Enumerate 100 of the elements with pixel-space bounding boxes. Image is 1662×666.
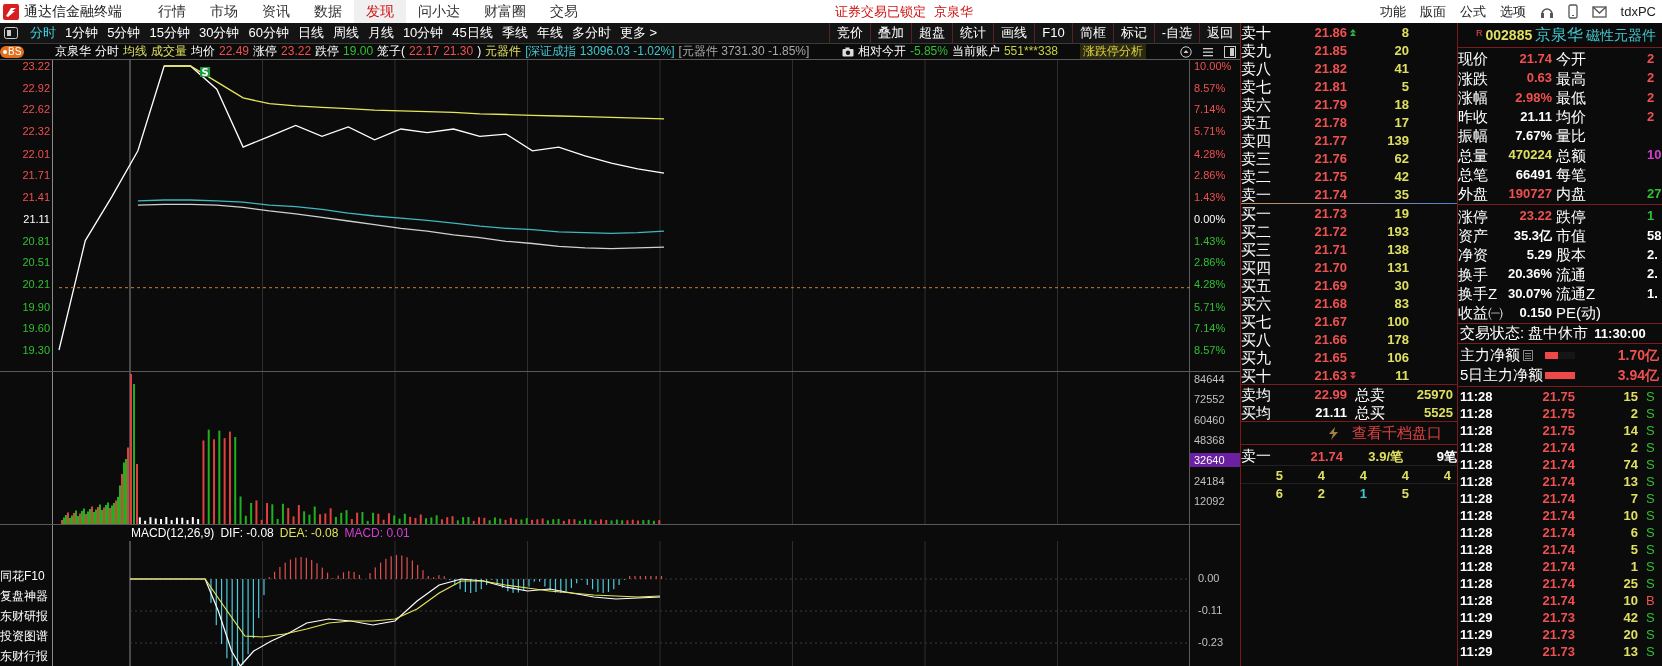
app-title: 通达信金融终端 — [24, 2, 123, 21]
quote-label: 量比 — [1555, 126, 1587, 146]
quote-label: 流通 — [1555, 264, 1587, 284]
macd-axis-label: 0.00 — [1198, 572, 1221, 584]
quote-label: 总额 — [1555, 145, 1587, 165]
queue-per-trade: 3.9/笔 — [1367, 447, 1403, 466]
price-axis-label: 21.71 — [22, 169, 50, 182]
price-axis-label: 20.21 — [22, 278, 50, 291]
quote-label: 内盘 — [1555, 184, 1587, 204]
trade-status: 交易状态: 盘中休市 — [1460, 323, 1589, 344]
tick-volume: 42 — [1622, 609, 1638, 628]
tick-price: 21.75 — [1541, 405, 1575, 424]
order-price: 21.66 — [1313, 331, 1347, 349]
queue-order-size: 5 — [1400, 485, 1409, 503]
macd-legend-text: MACD: 0.01 — [344, 525, 410, 542]
quote-value: 58 — [1647, 226, 1662, 245]
tick-volume: 6 — [1629, 524, 1638, 543]
tick-volume: 10 — [1622, 507, 1638, 526]
summary-value: 22.99 — [1313, 386, 1347, 404]
order-volume: 11 — [1394, 367, 1409, 385]
quote-value: 66491 — [1514, 165, 1552, 184]
summary-value: 5525 — [1423, 404, 1453, 422]
order-volume: 193 — [1386, 223, 1409, 241]
summary-label: 总卖 — [1354, 385, 1386, 404]
header-text: ) — [477, 44, 482, 59]
tick-price: 21.74 — [1541, 575, 1575, 594]
tick-time: 11:28 — [1459, 473, 1494, 492]
flag-text: R — [1476, 27, 1483, 40]
order-volume: 20 — [1393, 42, 1409, 60]
order-volume: 17 — [1393, 114, 1409, 132]
order-volume: 42 — [1393, 168, 1409, 186]
quote-value: 30.07% — [1506, 284, 1552, 303]
order-level-label: 买七 — [1241, 312, 1272, 331]
quote-label: 总笔 — [1458, 165, 1489, 185]
price-axis-label: 19.90 — [22, 300, 50, 313]
macd-legend-text: DEA: -0.08 — [279, 525, 339, 542]
price-axis-label: 21.41 — [22, 191, 50, 204]
quote-label: 每笔 — [1555, 165, 1587, 185]
queue-order-size: 2 — [1316, 485, 1325, 503]
tick-time: 11:28 — [1459, 524, 1494, 543]
price-axis-label: 22.01 — [22, 147, 50, 160]
header-text: 22.17 — [409, 44, 440, 59]
order-price: 21.75 — [1313, 168, 1347, 186]
tick-time: 11:28 — [1459, 388, 1494, 407]
order-level-label: 买六 — [1241, 294, 1272, 313]
price-axis-label: 21.11 — [23, 212, 50, 225]
tick-time: 11:28 — [1459, 456, 1494, 475]
percent-axis-label: 4.28% — [1194, 278, 1226, 291]
price-axis-label: 19.60 — [22, 322, 50, 335]
tick-side: S — [1645, 388, 1656, 407]
tick-volume: 2 — [1629, 439, 1638, 458]
price-axis-label: 22.62 — [22, 103, 50, 116]
quote-label: 涨跌 — [1458, 68, 1489, 88]
tick-price: 21.74 — [1541, 592, 1575, 611]
tick-volume: 25 — [1622, 575, 1638, 594]
tick-side: S — [1645, 405, 1656, 424]
quote-value: 5.29 — [1525, 245, 1552, 264]
order-price: 21.67 — [1313, 313, 1347, 331]
tick-time: 11:28 — [1459, 592, 1494, 611]
header-text: [深证成指 13096.03 -1.02%] — [525, 44, 675, 59]
summary-value: 21.11 — [1314, 404, 1347, 422]
quote-label: 最低 — [1555, 87, 1587, 107]
order-price: 21.70 — [1313, 259, 1347, 277]
queue-order-size: 4 — [1400, 467, 1409, 485]
quote-label: 净资 — [1458, 245, 1489, 265]
quote-label: PE(动) — [1555, 303, 1602, 323]
order-price: 21.73 — [1313, 205, 1347, 223]
order-price: 21.82 — [1313, 60, 1347, 78]
quote-label: 资产 — [1458, 225, 1489, 245]
tick-time: 11:28 — [1459, 541, 1494, 560]
tick-price: 21.74 — [1541, 456, 1575, 475]
tick-time: 11:28 — [1459, 405, 1494, 424]
volume-axis-label: 12092 — [1193, 493, 1226, 508]
user-name: tdxPC — [1620, 2, 1656, 21]
tick-volume: 13 — [1622, 643, 1638, 662]
quote-value: 190727 — [1507, 185, 1552, 204]
quote-value: 2. — [1647, 245, 1659, 264]
quote-label: 换手 — [1458, 264, 1489, 284]
quote-value: 2. — [1647, 265, 1659, 284]
macd-axis-label: -0.11 — [1198, 604, 1224, 616]
order-price: 21.79 — [1313, 96, 1347, 114]
quote-value: 2.98% — [1514, 88, 1552, 107]
price-axis-label: 20.51 — [22, 256, 50, 269]
quote-label: 外盘 — [1458, 184, 1489, 204]
tick-side: B — [1645, 592, 1656, 611]
order-level-label: 买五 — [1241, 276, 1272, 295]
header-text: 分时 — [95, 44, 119, 59]
percent-axis-label: 4.28% — [1194, 147, 1226, 160]
order-price: 21.69 — [1313, 277, 1347, 295]
summary-label: 总买 — [1354, 403, 1386, 422]
order-level-label: 卖一 — [1241, 185, 1272, 204]
quote-value: 2 — [1647, 107, 1656, 126]
queue-order-size: 4 — [1442, 467, 1451, 485]
quote-value: 470224 — [1507, 146, 1552, 165]
header-text: 23.22 — [281, 44, 312, 59]
quote-value: 10 — [1647, 146, 1662, 165]
order-level-label: 买十 — [1241, 366, 1272, 385]
fund-flow-label: 5日主力净额 — [1460, 364, 1544, 385]
order-level-label: 买一 — [1241, 204, 1272, 223]
header-text: 19.00 — [343, 44, 374, 59]
